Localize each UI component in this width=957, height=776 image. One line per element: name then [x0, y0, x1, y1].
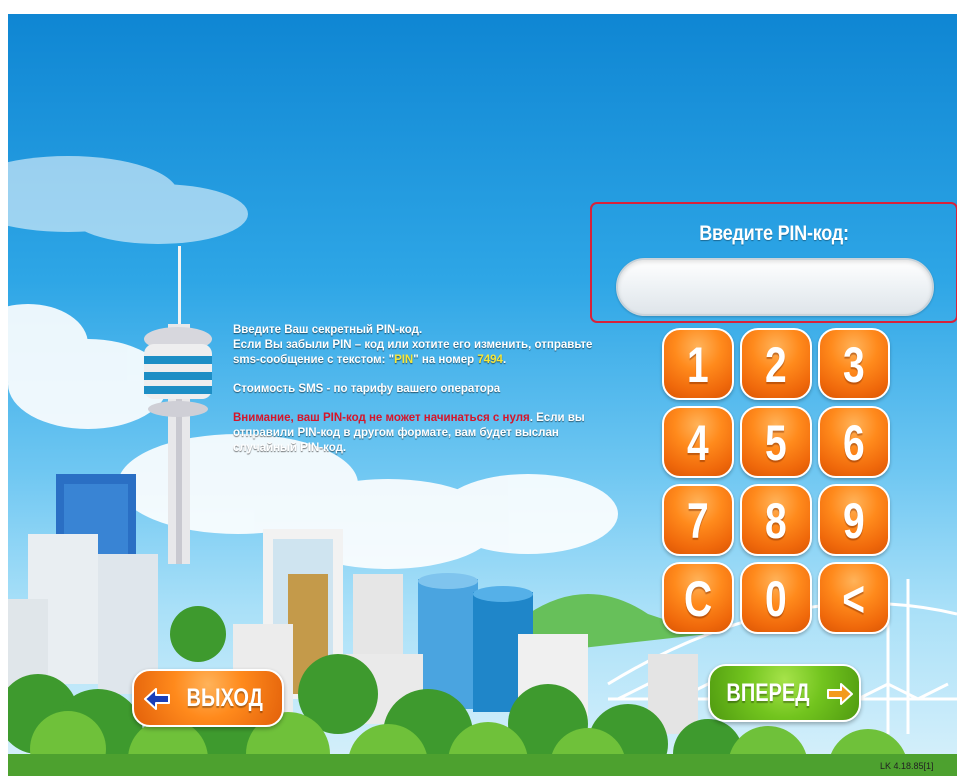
exit-button[interactable]: ВЫХОД	[132, 669, 284, 727]
key-1[interactable]: 1	[662, 328, 734, 400]
arrow-left-icon	[143, 688, 170, 711]
instruction-line-2-end: .	[502, 354, 507, 366]
sms-number-highlight: 7494	[477, 354, 503, 366]
exit-button-label: ВЫХОД	[186, 684, 263, 712]
next-button-label: ВПЕРЕД	[726, 679, 810, 707]
key-8[interactable]: 8	[740, 484, 812, 556]
instructions-text: Введите Ваш секретный PIN-код. Если Вы з…	[233, 323, 601, 470]
kiosk-screen: Введите PIN-код: Введите Ваш секретный P…	[8, 14, 957, 776]
pin-entry-panel: Введите PIN-код:	[590, 202, 957, 323]
pin-input-field[interactable]	[616, 258, 934, 316]
key-7[interactable]: 7	[662, 484, 734, 556]
key-clear[interactable]: C	[662, 562, 734, 634]
key-4[interactable]: 4	[662, 406, 734, 478]
instruction-line-1: Введите Ваш секретный PIN-код.	[233, 324, 423, 336]
key-9[interactable]: 9	[818, 484, 890, 556]
warning-text: Внимание, ваш PIN-код не может начинатьс…	[233, 412, 530, 424]
key-6[interactable]: 6	[818, 406, 890, 478]
pin-title: Введите PIN-код:	[699, 222, 849, 245]
next-button[interactable]: ВПЕРЕД	[708, 664, 861, 722]
version-label: LK 4.18.85[1]	[880, 761, 934, 771]
sms-cost-text: Стоимость SMS - по тарифу вашего операто…	[233, 383, 501, 395]
key-backspace[interactable]: <	[818, 562, 890, 634]
instruction-line-2-mid: " на номер	[413, 354, 478, 366]
key-0[interactable]: 0	[740, 562, 812, 634]
key-2[interactable]: 2	[740, 328, 812, 400]
sms-text-highlight: PIN	[394, 354, 414, 366]
key-5[interactable]: 5	[740, 406, 812, 478]
arrow-right-icon	[826, 683, 853, 706]
key-3[interactable]: 3	[818, 328, 890, 400]
